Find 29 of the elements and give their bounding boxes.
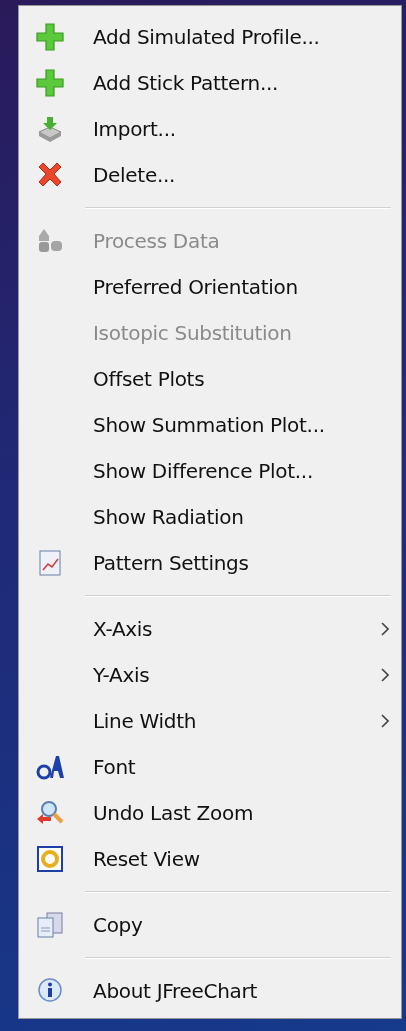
plus-icon [36, 69, 64, 97]
menu-item[interactable]: Font [21, 744, 399, 790]
menu-item[interactable]: Offset Plots [21, 356, 399, 402]
menu-item[interactable]: Add Stick Pattern... [21, 60, 399, 106]
menu-item[interactable]: Add Simulated Profile... [21, 14, 399, 60]
magnifier-arrow-icon [35, 799, 65, 827]
reset-view-icon [36, 845, 64, 873]
menu-item[interactable]: Show Difference Plot... [21, 448, 399, 494]
menu-item[interactable]: Import... [21, 106, 399, 152]
menu-item[interactable]: Copy [21, 902, 399, 948]
menu-item[interactable]: Line Width [21, 698, 399, 744]
plus-icon [36, 23, 64, 51]
menu-item[interactable]: Show Summation Plot... [21, 402, 399, 448]
menu-item[interactable]: About JFreeChart [21, 968, 399, 1014]
menu-item[interactable]: Reset View [21, 836, 399, 882]
menu-item[interactable]: Y-Axis [21, 652, 399, 698]
menu-item[interactable]: Undo Last Zoom [21, 790, 399, 836]
info-icon [36, 977, 64, 1005]
delete-icon [36, 161, 64, 189]
menu-item[interactable]: Show Radiation [21, 494, 399, 540]
font-icon [35, 753, 65, 781]
shapes-icon [36, 227, 64, 255]
chart-document-icon [36, 549, 64, 577]
menu-item[interactable]: Delete... [21, 152, 399, 198]
import-icon [36, 115, 64, 143]
menu-item[interactable]: Pattern Settings [21, 540, 399, 586]
copy-icon [36, 911, 64, 939]
menu-item[interactable]: Preferred Orientation [21, 264, 399, 310]
menu-item[interactable]: X-Axis [21, 606, 399, 652]
